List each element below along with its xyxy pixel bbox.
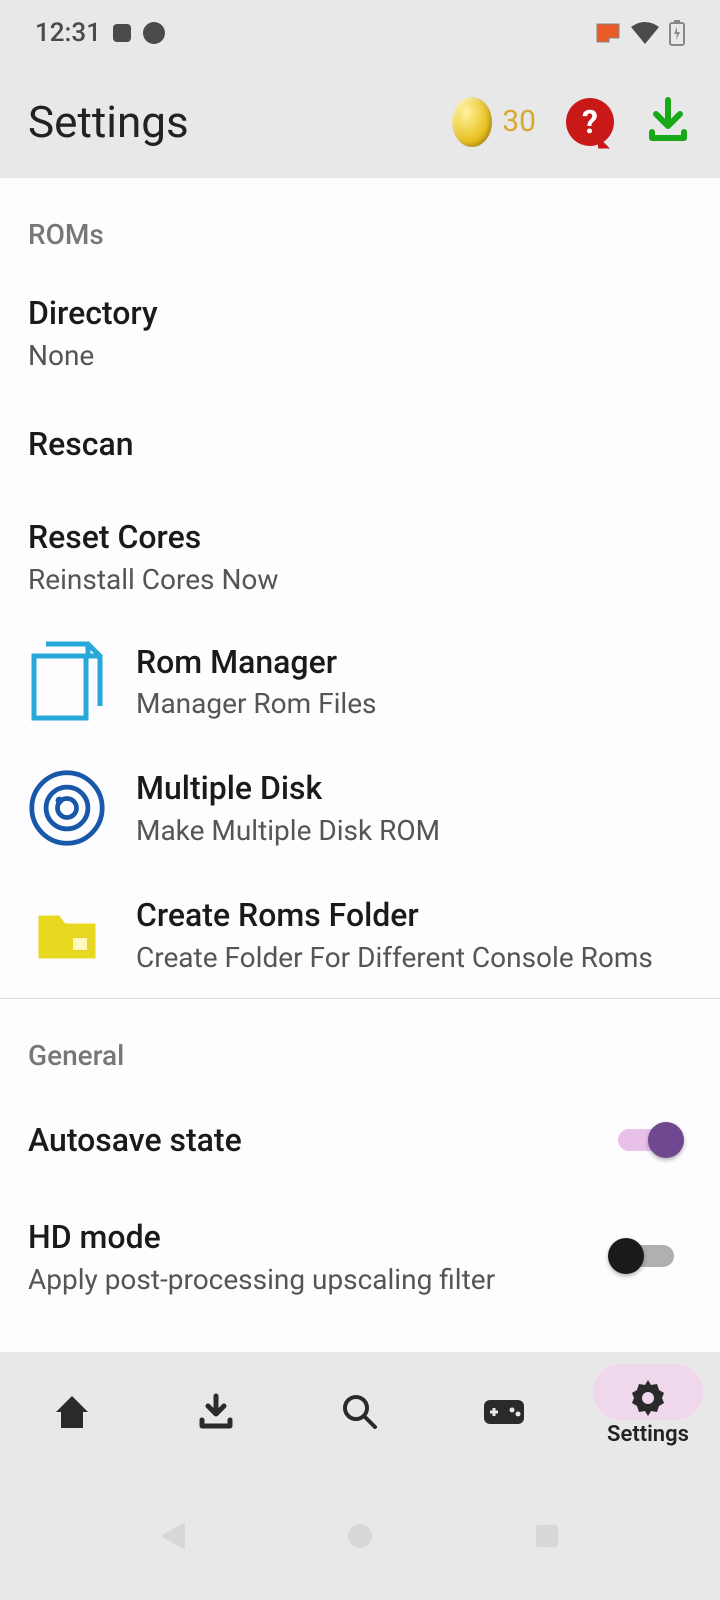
page-title: Settings — [28, 96, 189, 148]
hdmode-subtitle: Apply post-processing upscaling filter — [28, 1263, 598, 1296]
system-nav — [0, 1472, 720, 1600]
create-folder-title: Create Roms Folder — [136, 895, 692, 937]
reset-cores-title: Reset Cores — [28, 517, 692, 559]
help-button[interactable]: ? — [566, 98, 614, 146]
gamepad-icon — [482, 1398, 526, 1426]
reset-cores-subtitle: Reinstall Cores Now — [28, 563, 692, 596]
hdmode-title: HD mode — [28, 1217, 598, 1259]
nav-settings-label: Settings — [607, 1422, 689, 1447]
rom-manager-title: Rom Manager — [136, 642, 692, 684]
nav-downloads[interactable] — [144, 1352, 288, 1472]
download-button[interactable] — [644, 96, 692, 148]
reset-cores-item[interactable]: Reset Cores Reinstall Cores Now — [0, 495, 720, 618]
nav-home[interactable] — [0, 1352, 144, 1472]
create-folder-subtitle: Create Folder For Different Console Roms — [136, 941, 692, 974]
orientation-item[interactable]: Emulation Screen Orientation — [0, 1324, 720, 1352]
home-icon — [52, 1392, 92, 1432]
nav-search[interactable] — [288, 1352, 432, 1472]
search-icon — [340, 1392, 380, 1432]
hdmode-toggle[interactable] — [618, 1245, 674, 1267]
section-general-label: General — [0, 999, 720, 1092]
multiple-disk-title: Multiple Disk — [136, 768, 692, 810]
download-arrow-icon — [644, 96, 692, 144]
notification-circle-icon — [143, 22, 165, 44]
nav-controllers[interactable] — [432, 1352, 576, 1472]
coin-count: 30 — [502, 104, 536, 139]
app-header: Settings 30 ? — [0, 65, 720, 178]
bottom-nav: Settings — [0, 1352, 720, 1472]
hdmode-item[interactable]: HD mode Apply post-processing upscaling … — [0, 1189, 720, 1324]
rescan-item[interactable]: Rescan — [0, 394, 720, 496]
rom-manager-subtitle: Manager Rom Files — [136, 687, 692, 720]
coin-icon — [452, 97, 492, 147]
battery-icon — [669, 20, 685, 46]
sys-recent[interactable] — [527, 1516, 567, 1556]
create-folder-item[interactable]: Create Roms Folder Create Folder For Dif… — [0, 871, 720, 998]
disc-icon — [28, 769, 106, 847]
coins-button[interactable]: 30 — [452, 97, 536, 147]
autosave-title: Autosave state — [28, 1120, 598, 1162]
rescan-title: Rescan — [28, 424, 692, 466]
section-roms-label: ROMs — [0, 178, 720, 271]
wifi-icon — [631, 22, 659, 44]
sys-home[interactable] — [340, 1516, 380, 1556]
autosave-toggle[interactable] — [618, 1129, 674, 1151]
status-bar: 12:31 — [0, 0, 720, 65]
status-time: 12:31 — [35, 18, 101, 48]
settings-content: ROMs Directory None Rescan Reset Cores R… — [0, 178, 720, 1352]
directory-item[interactable]: Directory None — [0, 271, 720, 394]
notification-badge-icon — [113, 24, 131, 42]
folder-icon — [28, 895, 106, 973]
multiple-disk-item[interactable]: Multiple Disk Make Multiple Disk ROM — [0, 744, 720, 871]
cast-icon — [595, 22, 621, 44]
sys-back[interactable] — [153, 1516, 193, 1556]
directory-value: None — [28, 339, 692, 372]
rom-manager-item[interactable]: Rom Manager Manager Rom Files — [0, 618, 720, 745]
autosave-item[interactable]: Autosave state — [0, 1092, 720, 1190]
file-stack-icon — [28, 642, 106, 720]
download-tray-icon — [196, 1392, 236, 1432]
nav-settings[interactable]: Settings — [576, 1352, 720, 1472]
directory-title: Directory — [28, 293, 692, 335]
multiple-disk-subtitle: Make Multiple Disk ROM — [136, 814, 692, 847]
gear-icon — [628, 1378, 668, 1418]
